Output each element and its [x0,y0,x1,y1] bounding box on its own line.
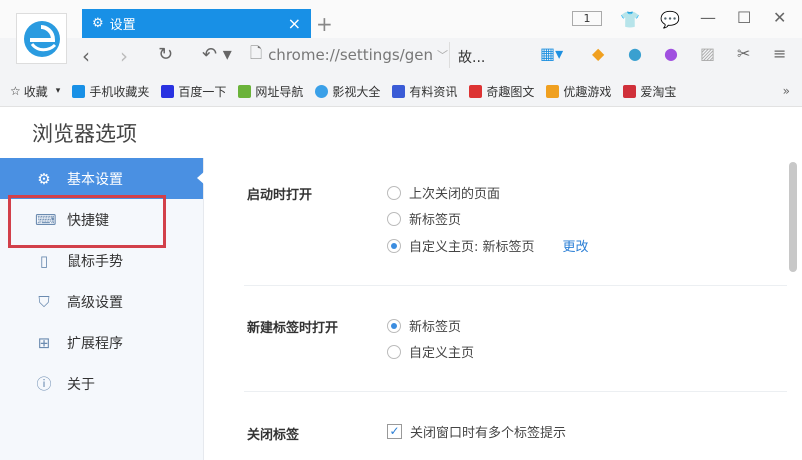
hao-icon [238,84,252,98]
closetab-option[interactable]: ✓ 关闭窗口时有多个标签提示 [387,422,566,441]
gear-icon: ⚙ [37,169,51,188]
phone-icon [72,84,86,98]
page-title: 浏览器选项 [32,122,137,146]
reload-button[interactable]: ↻ [158,44,173,65]
tab-count[interactable]: 1 [572,11,602,26]
startup-option-new-tab[interactable]: 新标签页 [387,209,461,228]
bookmark-item[interactable]: 影视大全 [315,83,380,100]
page-icon: 🗋 [250,43,263,62]
address-bar[interactable]: 🗋 chrome://settings/gen ﹀ [250,42,450,68]
sidebar-item-advanced[interactable]: ⛉ 高级设置 [0,281,203,322]
sidebar-item-about[interactable]: ⓘ 关于 [0,363,203,404]
screenshot-icon[interactable]: ▨ [700,44,715,63]
bird-icon[interactable]: ● [628,44,642,63]
startup-option-last-session[interactable]: 上次关闭的页面 [387,183,500,202]
menu-icon[interactable]: ≡ [773,44,786,63]
favorite-icon[interactable]: ◆ [592,44,604,63]
search-box[interactable]: 故... [458,47,485,67]
sidebar-item-extensions[interactable]: ⊞ 扩展程序 [0,322,203,363]
bookmark-item[interactable]: 网址导航 [238,83,303,100]
info-icon: ⓘ [36,375,52,393]
bookmark-item[interactable]: 优趣游戏 [546,83,611,100]
radio-selected[interactable] [387,238,401,253]
video-icon [315,84,329,98]
newtab-option-new-tab[interactable]: 新标签页 [387,316,461,335]
news-icon [392,84,406,98]
forward-button[interactable]: › [120,44,128,68]
newtab-label: 新建标签时打开 [247,321,339,336]
gear-icon: ⚙ [92,16,104,31]
skin-icon[interactable]: 👕 [620,10,640,29]
browser-logo[interactable] [16,13,67,64]
newtab-option-custom-home[interactable]: 自定义主页 [387,342,474,361]
scissors-icon[interactable]: ✂ [737,44,750,63]
change-link[interactable]: 更改 [563,236,589,255]
startup-option-custom-home[interactable]: 自定义主页: 新标签页 更改 [387,236,589,255]
chevron-down-icon[interactable]: ﹀ [437,47,448,63]
bookmark-item[interactable]: 手机收藏夹 [72,83,149,100]
closetab-label: 关闭标签 [247,428,300,443]
active-indicator [197,171,205,185]
bookmark-favorites[interactable]: ☆ 收藏 ▾ [10,83,60,100]
divider [244,285,787,286]
shield-icon: ⛉ [38,292,50,311]
chevron-down-icon: ▾ [55,86,61,96]
checkbox-checked[interactable]: ✓ [387,424,402,439]
feedback-icon[interactable]: 💬 [660,10,680,29]
taobao-icon [623,84,637,98]
radio[interactable] [387,211,401,226]
bookmark-item[interactable]: 有料资讯 [392,83,457,100]
close-window-button[interactable]: ✕ [773,8,786,27]
radio-selected[interactable] [387,318,401,333]
fun-icon [469,84,483,98]
undo-close-button[interactable]: ↶ ▾ [202,44,232,65]
scrollbar[interactable] [789,162,797,272]
minimize-button[interactable]: — [700,8,716,27]
startup-label: 启动时打开 [247,188,313,203]
baidu-icon [161,84,175,98]
maximize-button[interactable]: ☐ [737,8,751,27]
tab-settings[interactable]: ⚙ 设置 × [82,9,311,38]
radio[interactable] [387,185,401,200]
bookmark-item[interactable]: 百度一下 [161,83,226,100]
e-logo-icon [23,20,60,57]
new-tab-button[interactable]: + [316,12,333,36]
video-icon[interactable]: ● [664,44,678,63]
extensions-icon: ⊞ [37,333,51,352]
bookmarks-bar: ☆ 收藏 ▾ 手机收藏夹 百度一下 网址导航 影视大全 有料资讯 奇趣图文 优趣游戏… [0,77,802,105]
bookmark-item[interactable]: 奇趣图文 [469,83,534,100]
more-bookmarks-icon[interactable]: » [783,84,790,98]
divider [244,391,787,392]
radio[interactable] [387,344,401,359]
address-text: chrome://settings/gen [268,46,433,64]
apps-icon[interactable]: ▦▾ [540,44,563,63]
back-button[interactable]: ‹ [82,44,90,68]
tab-title: 设置 [109,18,136,33]
bookmark-item[interactable]: 爱淘宝 [623,83,676,100]
game-icon [546,84,560,98]
tab-close-button[interactable]: × [288,14,301,33]
mouse-icon: ▯ [39,251,49,270]
sidebar-item-basic[interactable]: ⚙ 基本设置 [0,158,203,199]
star-icon: ☆ [10,84,21,98]
highlight-box [8,195,166,248]
